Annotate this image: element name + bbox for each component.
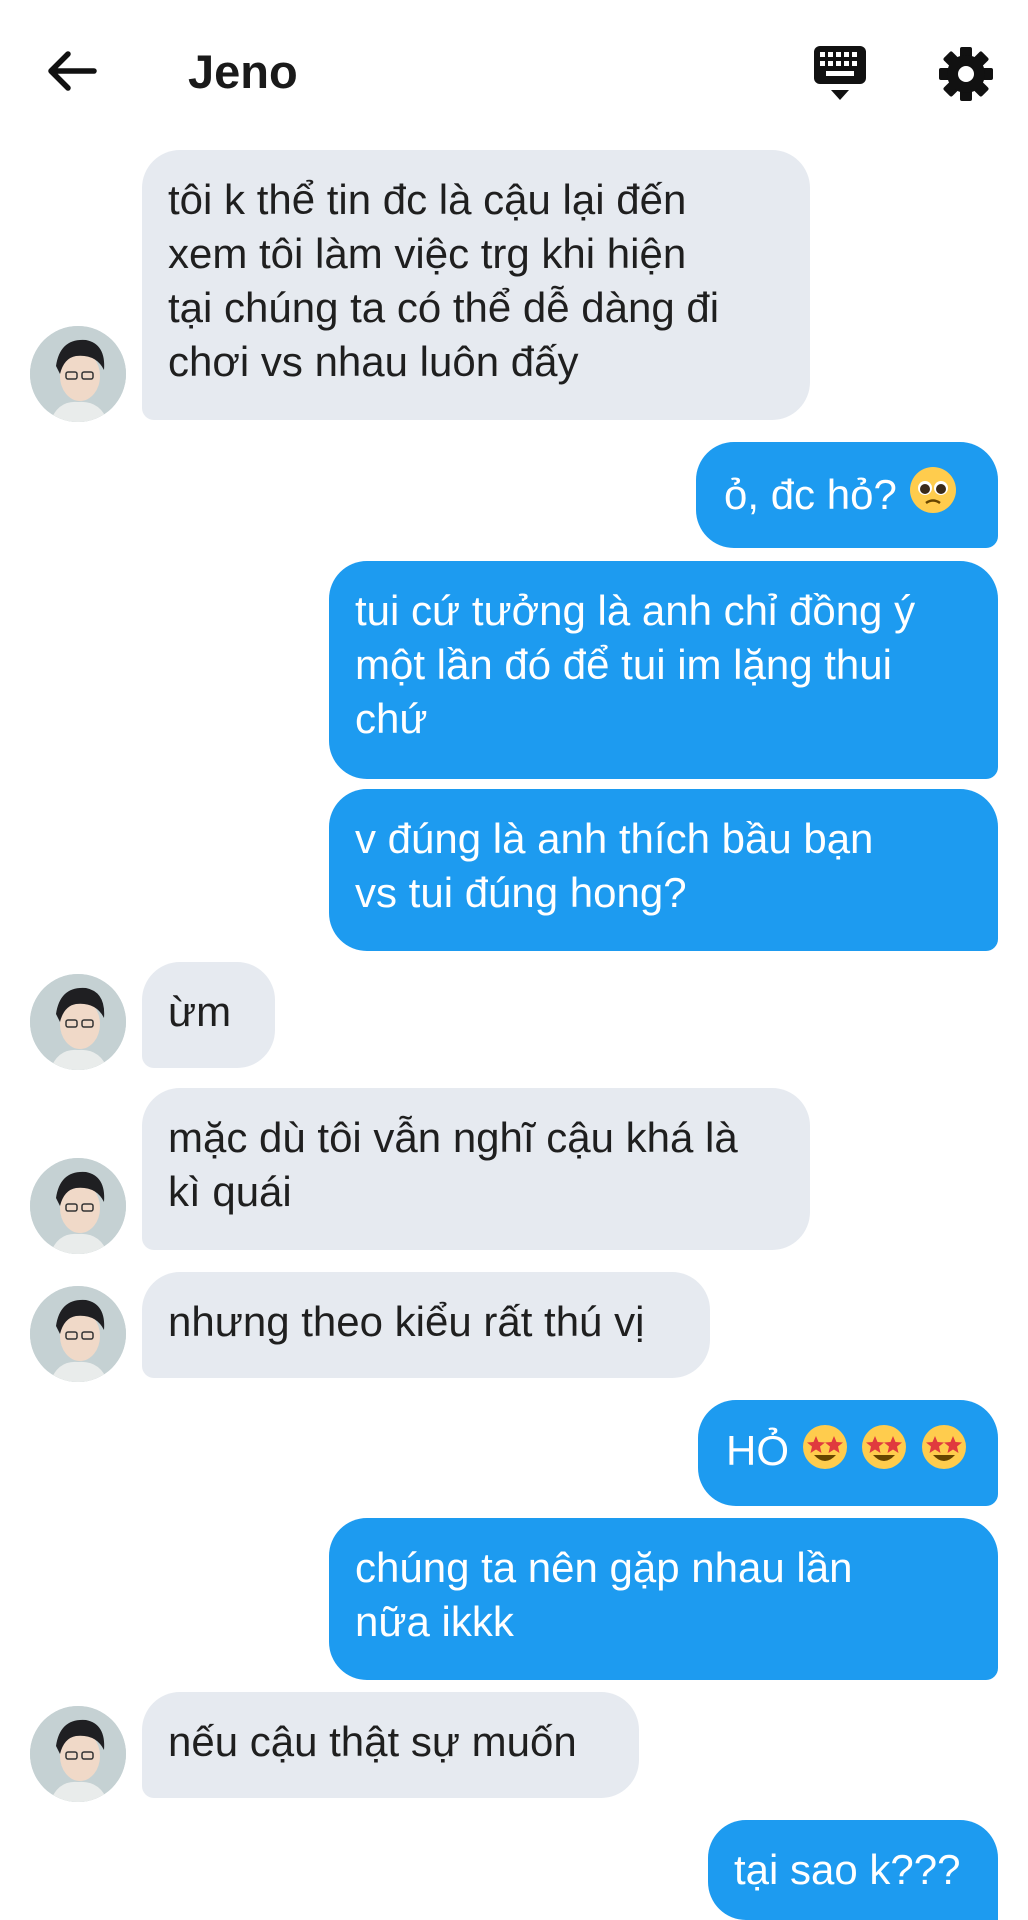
avatar-photo bbox=[30, 974, 126, 1070]
message-line: chúng ta nên gặp nhau lần bbox=[355, 1544, 853, 1591]
message-line: tôi k thể tin đc là cậu lại đến bbox=[168, 176, 687, 223]
message-line: vs tui đúng hong? bbox=[355, 869, 687, 916]
incoming-message[interactable]: nếu cậu thật sự muốn bbox=[142, 1692, 639, 1798]
message-line: nếu cậu thật sự muốn bbox=[168, 1718, 577, 1765]
avatar[interactable] bbox=[30, 1286, 126, 1382]
message-line: nhưng theo kiểu rất thú vị bbox=[168, 1298, 645, 1345]
message-line: mặc dù tôi vẫn nghĩ cậu khá là bbox=[168, 1114, 738, 1161]
outgoing-message[interactable]: tui cứ tưởng là anh chỉ đồng ý một lần đ… bbox=[329, 561, 998, 779]
outgoing-message[interactable]: chúng ta nên gặp nhau lần nữa ikkk bbox=[329, 1518, 998, 1680]
message-line: một lần đó để tui im lặng thui bbox=[355, 641, 892, 688]
message-line: kì quái bbox=[168, 1168, 292, 1215]
chat-screen: Jeno tôi k thể tin đc là cậu lại đến xem… bbox=[0, 0, 1028, 1920]
avatar-photo bbox=[30, 326, 126, 422]
outgoing-message[interactable]: HỎ bbox=[698, 1400, 998, 1506]
outgoing-message[interactable]: tại sao k??? bbox=[708, 1820, 998, 1920]
star-struck-icon bbox=[860, 1423, 908, 1484]
message-line: tại chúng ta có thể dễ dàng đi bbox=[168, 284, 720, 331]
outgoing-message[interactable]: v đúng là anh thích bầu bạn vs tui đúng … bbox=[329, 789, 998, 951]
avatar-photo bbox=[30, 1158, 126, 1254]
avatar[interactable] bbox=[30, 974, 126, 1070]
incoming-message[interactable]: ừm bbox=[142, 962, 275, 1068]
message-line: chơi vs nhau luôn đấy bbox=[168, 338, 579, 385]
message-line: tui cứ tưởng là anh chỉ đồng ý bbox=[355, 587, 916, 634]
message-line: HỎ bbox=[726, 1427, 789, 1474]
message-list[interactable]: tôi k thể tin đc là cậu lại đến xem tôi … bbox=[0, 0, 1028, 1920]
message-line: ỏ, đc hỏ? bbox=[724, 471, 897, 518]
avatar[interactable] bbox=[30, 326, 126, 422]
star-struck-icon bbox=[920, 1423, 968, 1484]
avatar[interactable] bbox=[30, 1706, 126, 1802]
pleading-face-icon bbox=[908, 465, 958, 528]
avatar[interactable] bbox=[30, 1158, 126, 1254]
outgoing-message[interactable]: ỏ, đc hỏ? bbox=[696, 442, 998, 548]
incoming-message[interactable]: mặc dù tôi vẫn nghĩ cậu khá là kì quái bbox=[142, 1088, 810, 1250]
incoming-message[interactable]: tôi k thể tin đc là cậu lại đến xem tôi … bbox=[142, 150, 810, 420]
avatar-photo bbox=[30, 1706, 126, 1802]
message-line: tại sao k??? bbox=[734, 1846, 961, 1893]
avatar-photo bbox=[30, 1286, 126, 1382]
message-line: v đúng là anh thích bầu bạn bbox=[355, 815, 874, 862]
message-line: xem tôi làm việc trg khi hiện bbox=[168, 230, 687, 277]
incoming-message[interactable]: nhưng theo kiểu rất thú vị bbox=[142, 1272, 710, 1378]
message-line: nữa ikkk bbox=[355, 1598, 514, 1645]
message-line: chứ bbox=[355, 695, 428, 742]
message-line: ừm bbox=[168, 988, 232, 1035]
star-struck-icon bbox=[801, 1423, 849, 1484]
